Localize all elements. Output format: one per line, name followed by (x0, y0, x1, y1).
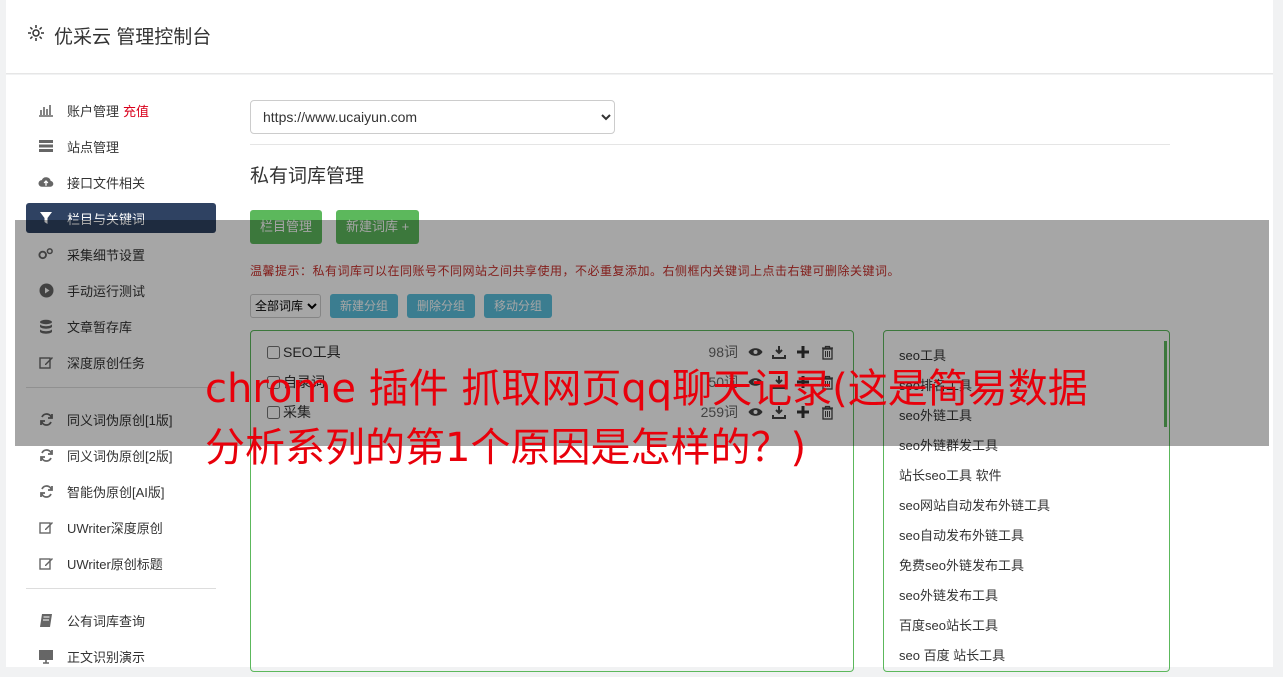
monitor-icon (38, 648, 54, 664)
book-icon (38, 612, 54, 628)
server-icon (38, 138, 54, 154)
recharge-link[interactable]: 充值 (123, 101, 149, 120)
sidebar-item-uwriter-deep[interactable]: UWriter深度原创 (26, 512, 216, 542)
sidebar-item-sites[interactable]: 站点管理 (26, 131, 216, 161)
refresh-icon (38, 483, 54, 499)
sidebar-item-label: 站点管理 (67, 139, 120, 155)
gear-icon (26, 23, 46, 49)
brand: 优采云 管理控制台 (26, 22, 211, 49)
top-header: 优采云 管理控制台 (6, 0, 1273, 74)
sidebar-item-account[interactable]: 账户管理 充值 (26, 95, 216, 125)
keyword-item[interactable]: 百度seo站长工具 (884, 611, 1169, 641)
sidebar-item-public-lib[interactable]: 公有词库查询 (26, 605, 216, 635)
sidebar-item-label: 同义词伪原创[2版] (67, 448, 173, 464)
sidebar-item-label: 智能伪原创[AI版] (67, 484, 165, 500)
sidebar-item-label: UWriter深度原创 (67, 520, 163, 536)
page-title: 私有词库管理 (250, 166, 365, 187)
sidebar-item-label: 账户管理 (67, 103, 120, 119)
app-title: 优采云 管理控制台 (54, 27, 212, 48)
edit-icon (38, 519, 54, 535)
sidebar-item-label: 接口文件相关 (67, 175, 146, 191)
keyword-item[interactable]: 免费seo外链发布工具 (884, 551, 1169, 581)
site-select[interactable]: https://www.ucaiyun.com (250, 100, 615, 134)
keyword-item[interactable]: seo网站自动发布外链工具 (884, 491, 1169, 521)
sidebar-item-label: 正文识别演示 (67, 649, 146, 665)
sidebar-divider (26, 588, 216, 589)
refresh-icon (38, 447, 54, 463)
sidebar-item-label: 公有词库查询 (67, 613, 146, 629)
sidebar-item-api-files[interactable]: 接口文件相关 (26, 167, 216, 197)
content-divider (250, 144, 1170, 145)
edit-icon (38, 555, 54, 571)
sidebar-item-uwriter-title[interactable]: UWriter原创标题 (26, 548, 216, 578)
keyword-item[interactable]: seo外链发布工具 (884, 581, 1169, 611)
keyword-item[interactable]: seo自动发布外链工具 (884, 521, 1169, 551)
cloud-upload-icon (38, 174, 54, 190)
bar-chart-icon (38, 102, 54, 118)
sidebar-item-label: UWriter原创标题 (67, 556, 163, 572)
sidebar-item-ai-rewrite[interactable]: 智能伪原创[AI版] (26, 476, 216, 506)
overlay-headline: chrome 插件 抓取网页qq聊天记录(这是简易数据分析系列的第1个原因是怎样… (205, 366, 1088, 471)
